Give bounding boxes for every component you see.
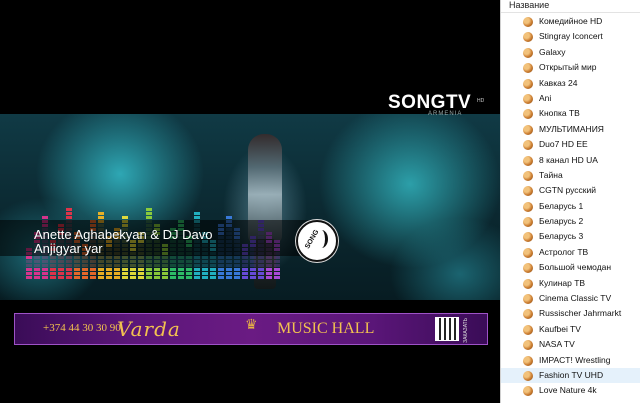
channel-icon: [523, 201, 533, 212]
banner-title: MUSIC HALL: [277, 320, 375, 337]
channel-label: CGTN русский: [539, 185, 596, 196]
video-player[interactable]: SONGTV HD ARMENIA Anette Aghabekyan & DJ…: [0, 0, 500, 403]
channel-list-item[interactable]: Большой чемодан: [501, 260, 640, 275]
channel-icon: [523, 386, 533, 397]
channel-icon: [523, 140, 533, 151]
channel-logo-hd: HD: [477, 98, 485, 104]
channel-label: Открытый мир: [539, 62, 597, 73]
channel-icon: [523, 217, 533, 228]
channel-list-item[interactable]: Duo7 HD EE: [501, 137, 640, 152]
channel-icon: [523, 17, 533, 27]
channel-list-item[interactable]: Fashion TV UHD: [501, 367, 640, 384]
column-header-name[interactable]: Название: [509, 0, 549, 10]
channel-list-item[interactable]: 8 канал HD UA: [501, 153, 640, 168]
channel-label: Stingray Iconcert: [539, 31, 603, 42]
crown-icon: ♛: [245, 316, 258, 332]
channel-list-item[interactable]: Love Nature 4k: [501, 383, 640, 398]
channel-icon: [523, 93, 533, 104]
now-playing-artist: Anette Aghabekyan & DJ Davo: [34, 227, 213, 242]
channel-list-item[interactable]: Cinema Classic TV: [501, 291, 640, 306]
channel-icon: [523, 294, 533, 305]
channel-list-item[interactable]: Кнопка ТВ: [501, 106, 640, 121]
channel-label: МУЛЬТИМАНИЯ: [539, 123, 604, 134]
song-badge-logo: SONG: [296, 220, 338, 262]
channel-label: Ani: [539, 92, 552, 103]
channel-label: Комедийное HD: [539, 16, 603, 26]
channel-icon: [523, 355, 533, 366]
channel-list: Комедийное HD Stingray Iconcert Galaxy Откр…: [501, 14, 640, 399]
channel-icon: [523, 47, 533, 58]
channel-list-item[interactable]: Russischer Jahrmarkt: [501, 306, 640, 321]
channel-label: Беларусь 3: [539, 231, 584, 242]
channel-logo: SONGTV HD ARMENIA: [388, 92, 484, 120]
channel-label: 8 канал HD UA: [539, 154, 598, 165]
channel-label: Fashion TV UHD: [539, 369, 604, 380]
channel-icon: [523, 124, 533, 135]
channel-list-item[interactable]: Тайна: [501, 168, 640, 183]
channel-list-item[interactable]: IMPACT! Wrestling: [501, 353, 640, 368]
channel-list-item[interactable]: Астролог ТВ: [501, 245, 640, 260]
channel-list-item[interactable]: Kaufbei TV: [501, 322, 640, 337]
channel-list-panel: Название Комедийное HD Stingray Iconcert G…: [500, 0, 640, 403]
channel-label: Беларусь 1: [539, 200, 584, 211]
channel-label: Кулинар ТВ: [539, 277, 586, 288]
channel-label: Love Nature 4k: [539, 385, 597, 396]
channel-list-item[interactable]: Беларусь 3: [501, 229, 640, 244]
channel-icon: [523, 340, 533, 351]
channel-label: Астролог ТВ: [539, 246, 589, 257]
channel-list-item[interactable]: Кулинар ТВ: [501, 276, 640, 291]
channel-list-header[interactable]: Название: [501, 0, 640, 13]
now-playing-track: Anjigyar yar: [34, 241, 103, 256]
channel-list-item[interactable]: Открытый мир: [501, 60, 640, 75]
channel-label: Kaufbei TV: [539, 323, 581, 334]
channel-icon: [523, 63, 533, 74]
channel-icon: [523, 263, 533, 274]
channel-logo-sub: ARMENIA: [428, 111, 463, 117]
channel-list-item[interactable]: NASA TV: [501, 337, 640, 352]
channel-label: Большой чемодан: [539, 262, 612, 273]
channel-icon: [523, 78, 533, 89]
channel-list-item[interactable]: Galaxy: [501, 45, 640, 60]
channel-list-item[interactable]: Комедийное HD: [501, 14, 640, 29]
channel-icon: [523, 155, 533, 166]
channel-icon: [523, 170, 533, 181]
channel-label: Кнопка ТВ: [539, 108, 580, 119]
channel-icon: [523, 32, 533, 43]
channel-label: NASA TV: [539, 339, 575, 350]
channel-list-item[interactable]: Беларусь 1: [501, 199, 640, 214]
ad-banner: +374 44 30 30 90 Varda ♛ MUSIC HALL ЗАКА…: [14, 313, 488, 345]
channel-list-item[interactable]: Ani: [501, 91, 640, 106]
bird-icon: [315, 230, 328, 248]
banner-tag: ЗАКАЗАТЬ: [463, 318, 469, 343]
channel-icon: [523, 278, 533, 289]
channel-label: Galaxy: [539, 46, 566, 57]
channel-list-item[interactable]: Беларусь 2: [501, 214, 640, 229]
channel-label: Cinema Classic TV: [539, 293, 612, 304]
channel-icon: [523, 186, 533, 197]
channel-icon: [523, 232, 533, 243]
banner-phone: +374 44 30 30 90: [43, 322, 121, 334]
channel-list-item[interactable]: Кавказ 24: [501, 76, 640, 91]
channel-list-item[interactable]: Stingray Iconcert: [501, 29, 640, 44]
channel-icon: [523, 324, 533, 335]
channel-list-item[interactable]: CGTN русский: [501, 183, 640, 198]
channel-label: Russischer Jahrmarkt: [539, 308, 622, 319]
channel-icon: [523, 309, 533, 320]
channel-label: Кавказ 24: [539, 77, 578, 88]
channel-icon: [523, 370, 533, 381]
channel-label: Тайна: [539, 169, 563, 180]
channel-list-item[interactable]: МУЛЬТИМАНИЯ: [501, 122, 640, 137]
banner-brand: Varda: [117, 317, 181, 341]
channel-label: Duo7 HD EE: [539, 139, 588, 150]
channel-label: IMPACT! Wrestling: [539, 354, 611, 365]
channel-label: Беларусь 2: [539, 216, 584, 227]
channel-icon: [523, 247, 533, 258]
qr-code-icon: [435, 317, 459, 341]
channel-icon: [523, 109, 533, 120]
